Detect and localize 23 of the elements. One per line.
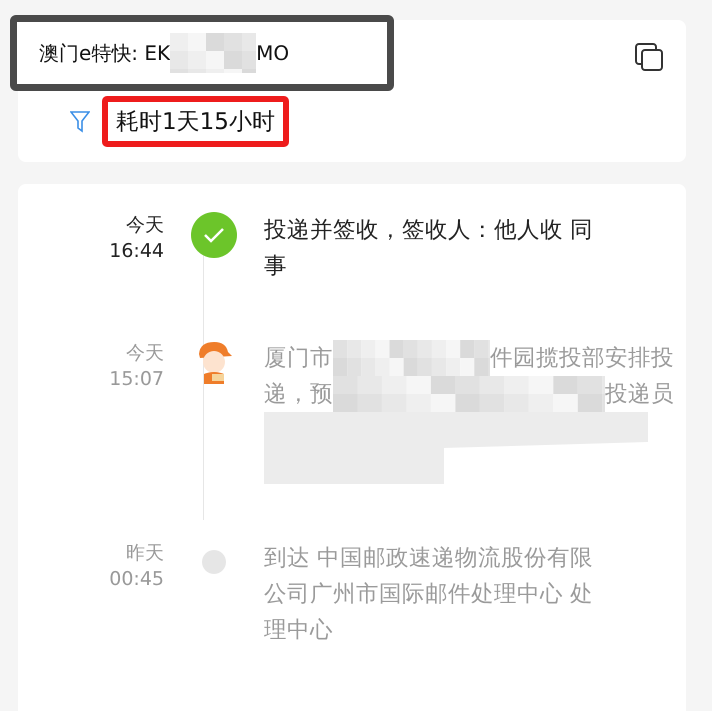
event-text: 投递员	[605, 380, 674, 409]
event-text: 投递并签收，签收人：他人收 同	[264, 216, 594, 245]
funnel-icon	[70, 110, 90, 132]
event-text: 件园揽投部安排投	[490, 344, 674, 373]
event-text: 理中心	[264, 616, 333, 645]
event-day: 今天	[126, 212, 164, 238]
event-text: 到达 中国邮政速递物流股份有限	[264, 544, 594, 573]
copy-icon[interactable]	[634, 42, 664, 72]
event-day: 昨天	[126, 540, 164, 566]
event-day: 今天	[126, 340, 164, 366]
timeline-dot-icon	[202, 550, 226, 574]
check-circle-icon	[191, 212, 237, 258]
event-time: 15:07	[109, 367, 164, 392]
waybill-title-end: MO	[256, 41, 290, 65]
event-text: 公司广州市国际邮件处理中心 处	[264, 580, 594, 609]
event-text: 递，预	[264, 380, 333, 409]
duration-label: 耗时1天15小时	[116, 109, 275, 135]
event-text: 厦门市	[264, 344, 333, 373]
waybill-title: 澳门e特快: EK	[39, 40, 170, 66]
event-time: 00:45	[109, 567, 164, 592]
event-text: 事	[264, 252, 287, 281]
event-time: 16:44	[109, 239, 164, 264]
courier-avatar-icon	[196, 340, 232, 384]
